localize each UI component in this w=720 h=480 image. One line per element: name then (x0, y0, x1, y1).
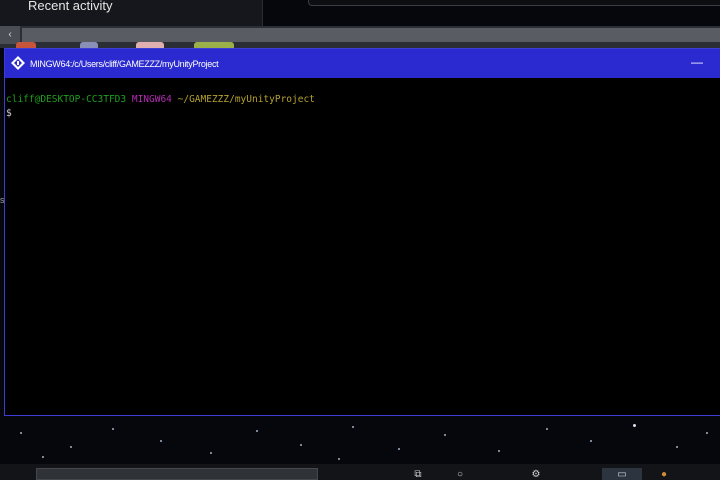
taskbar-search-box[interactable] (36, 468, 318, 480)
star (706, 432, 708, 434)
recent-activity-heading: Recent activity (28, 0, 113, 13)
terminal-taskbar-icon[interactable]: ▭ (614, 470, 630, 480)
star (42, 456, 44, 458)
prompt-path: ~/GAMEZZZ/myUnityProject (177, 94, 315, 105)
terminal-titlebar[interactable]: MINGW64:/c/Users/cliff/GAMEZZZ/myUnityPr… (5, 49, 720, 78)
minimize-button[interactable]: — (689, 55, 705, 71)
star (444, 434, 446, 436)
star (590, 440, 592, 442)
prompt-line: cliff@DESKTOP-CC3TFD3 MINGW64 ~/GAMEZZZ/… (6, 93, 706, 107)
app-icon[interactable]: ● (656, 470, 672, 480)
star (498, 450, 500, 452)
star (256, 430, 258, 432)
terminal-title: MINGW64:/c/Users/cliff/GAMEZZZ/myUnityPr… (30, 59, 219, 69)
task-view-icon[interactable]: ⧉ (410, 470, 426, 480)
background-edge-glyph: s (0, 195, 5, 205)
star (546, 428, 548, 430)
settings-icon[interactable]: ⚙ (528, 470, 544, 480)
prompt-env: MINGW64 (131, 94, 172, 105)
star (160, 440, 162, 442)
star (210, 452, 212, 454)
star (70, 446, 72, 448)
star (338, 458, 340, 460)
terminal-output[interactable]: cliff@DESKTOP-CC3TFD3 MINGW64 ~/GAMEZZZ/… (6, 93, 706, 121)
git-bash-diamond-icon (11, 56, 25, 70)
star (20, 432, 22, 434)
prompt-input-line[interactable]: $ (6, 107, 706, 121)
search-icon[interactable]: ○ (452, 470, 468, 480)
star (633, 424, 636, 427)
terminal-window[interactable]: MINGW64:/c/Users/cliff/GAMEZZZ/myUnityPr… (4, 48, 720, 416)
star (352, 426, 354, 428)
star (398, 448, 400, 450)
prompt-user-host: cliff@DESKTOP-CC3TFD3 (6, 94, 127, 105)
star (676, 446, 678, 448)
background-search-box[interactable] (308, 0, 720, 6)
star (112, 428, 114, 430)
background-scrollbar[interactable] (22, 28, 720, 42)
prompt-symbol: $ (6, 108, 12, 119)
star (300, 444, 302, 446)
